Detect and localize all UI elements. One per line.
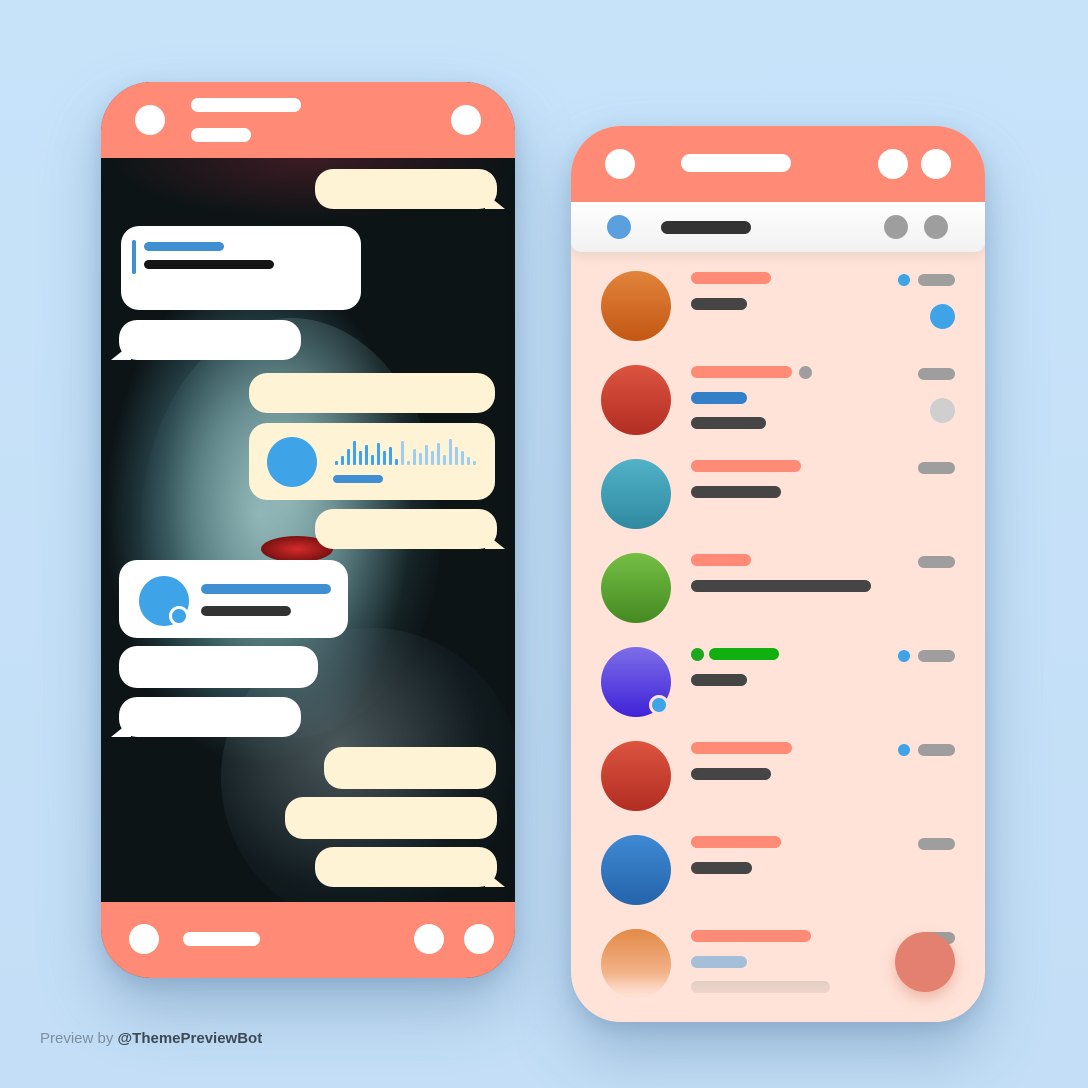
mic-icon[interactable] [464,924,494,954]
chat-avatar [601,271,671,341]
chat-row[interactable] [571,448,985,542]
message-outgoing[interactable] [315,509,497,549]
unread-badge [930,304,955,329]
chat-preview-placeholder [691,486,781,498]
compose-button[interactable] [895,932,955,992]
chat-list-screen [571,126,985,1022]
chat-row[interactable] [571,824,985,918]
chat-sender-placeholder [691,956,747,968]
message-outgoing[interactable] [315,169,497,209]
menu-icon[interactable] [451,105,481,135]
muted-icon [799,366,812,379]
chat-name-placeholder [691,930,811,942]
chat-row[interactable] [571,730,985,824]
message-outgoing[interactable] [249,373,495,413]
chat-preview-placeholder [691,674,747,686]
play-icon[interactable] [267,437,317,487]
online-indicator [169,606,189,626]
unread-dot [898,650,910,662]
contact-name-placeholder [201,584,331,594]
chat-name-placeholder [691,460,801,472]
chat-preview-placeholder [691,298,747,310]
chat-title-placeholder [191,98,301,112]
chat-avatar [601,835,671,905]
chat-avatar [601,365,671,435]
chat-name-placeholder [691,272,771,284]
chat-preview-placeholder [691,768,771,780]
chat-time-placeholder [918,368,955,380]
message-incoming[interactable] [119,320,301,360]
chat-header [101,82,515,158]
message-outgoing[interactable] [315,847,497,887]
reply-bar [132,240,136,274]
chat-row[interactable] [571,542,985,636]
pinned-text-placeholder [661,221,751,234]
chat-avatar [601,459,671,529]
back-icon[interactable] [135,105,165,135]
app-title-placeholder [681,154,791,172]
credit-handle[interactable]: @ThemePreviewBot [118,1030,263,1047]
attach-icon[interactable] [129,924,159,954]
chat-time-placeholder [918,462,955,474]
message-outgoing[interactable] [285,797,497,839]
credit-prefix: Preview by [40,1030,114,1047]
message-input-placeholder[interactable] [183,932,260,946]
chat-preview-placeholder [691,417,766,429]
message-incoming[interactable] [119,646,318,688]
input-bar [101,902,515,978]
voice-duration-placeholder [333,475,383,483]
unread-dot [898,274,910,286]
reply-text-placeholder [144,260,274,269]
message-outgoing[interactable] [324,747,496,789]
reply-author-placeholder [144,242,224,251]
chat-name-placeholder [691,836,781,848]
message-incoming-contact[interactable] [119,560,348,638]
chat-name-placeholder [691,554,751,566]
emoji-icon[interactable] [414,924,444,954]
voice-waveform [335,439,485,467]
message-outgoing-voice[interactable] [249,423,495,500]
chat-preview-placeholder [691,580,871,592]
pinned-bar[interactable] [571,202,985,252]
message-incoming[interactable] [119,697,301,737]
more-icon[interactable] [921,149,951,179]
chat-time-placeholder [918,650,955,662]
unread-dot [898,744,910,756]
chat-time-placeholder [918,556,955,568]
list-header [571,126,985,202]
online-indicator [649,695,669,715]
preview-credit: Preview by @ThemePreviewBot [40,1030,262,1047]
chat-name-placeholder [709,648,779,660]
chat-name-placeholder [691,742,792,754]
chat-sender-placeholder [691,392,747,404]
chat-preview-placeholder [691,862,752,874]
chat-status-placeholder [191,128,251,142]
chat-time-placeholder [918,274,955,286]
close-icon[interactable] [924,215,948,239]
muted-badge [930,398,955,423]
chat-screen [101,82,515,978]
pin-dot-icon [607,215,631,239]
chat-time-placeholder [918,744,955,756]
search-icon[interactable] [878,149,908,179]
message-incoming-reply[interactable] [121,226,361,310]
chat-row[interactable] [571,260,985,354]
chat-time-placeholder [918,838,955,850]
contact-info-placeholder [201,606,291,616]
online-dot [691,648,704,661]
chat-avatar [601,553,671,623]
chat-row[interactable] [571,636,985,730]
chat-row[interactable] [571,354,985,448]
chat-avatar [601,741,671,811]
chat-name-placeholder [691,366,792,378]
pinned-action-icon[interactable] [884,215,908,239]
menu-icon[interactable] [605,149,635,179]
